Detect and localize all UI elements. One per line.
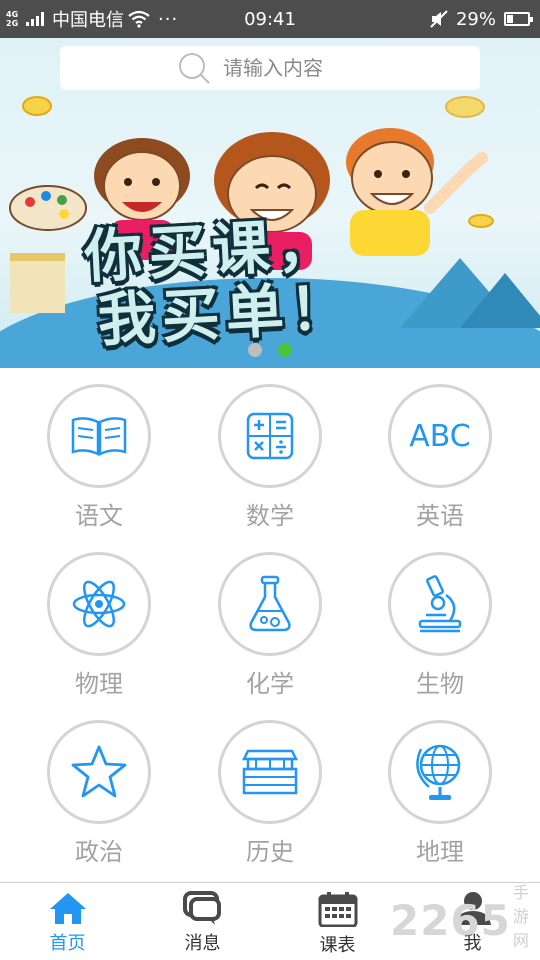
subject-label: 物理 [75, 670, 123, 698]
subject-icon-circle[interactable] [218, 384, 322, 488]
subject-label: 生物 [416, 670, 464, 698]
abc-icon: ABC [409, 418, 471, 454]
subject-icon-circle[interactable] [218, 552, 322, 656]
subject-english[interactable]: ABC 英语 [355, 384, 525, 531]
subject-chemistry[interactable]: 化学 [185, 552, 355, 699]
subject-label: 政治 [75, 838, 123, 866]
site-watermark: 2265 手游网 [390, 883, 540, 950]
star-icon [71, 745, 127, 798]
nav-label: 首页 [49, 933, 86, 954]
subject-icon-circle[interactable] [218, 720, 322, 824]
battery-level [507, 15, 513, 23]
subject-icon-circle[interactable] [47, 384, 151, 488]
subject-geography[interactable]: 地理 [355, 720, 525, 867]
nav-messages[interactable]: 消息 [135, 883, 270, 960]
slogan-line-2: 我买单！ [96, 273, 356, 355]
subject-label: 英语 [416, 502, 464, 530]
nav-schedule[interactable]: 课表 [270, 883, 405, 960]
promo-banner[interactable]: 你买课， 我买单！ [0, 38, 540, 368]
subject-icon-circle[interactable]: ABC [388, 384, 492, 488]
carousel-indicator [0, 343, 540, 357]
status-bar: 4G 2G 中国电信 ··· 09:41 29% [0, 0, 540, 38]
subject-label: 化学 [246, 670, 294, 698]
battery-icon [504, 12, 533, 26]
subject-history[interactable]: 历史 [185, 720, 355, 867]
subject-politics[interactable]: 政治 [14, 720, 184, 867]
carousel-dot-active[interactable] [278, 343, 292, 357]
subject-label: 地理 [416, 838, 464, 866]
temple-icon [241, 749, 299, 795]
nav-label: 消息 [184, 933, 221, 954]
carousel-dot[interactable] [248, 343, 262, 357]
nav-home[interactable]: 首页 [0, 883, 135, 960]
nav-label: 课表 [319, 935, 356, 956]
atom-icon [72, 580, 126, 628]
subject-label: 历史 [246, 838, 294, 866]
home-icon [49, 893, 86, 924]
subject-icon-circle[interactable] [388, 552, 492, 656]
banner-slogan: 你买课， 我买单！ [83, 210, 356, 355]
subject-label: 数学 [246, 502, 294, 530]
calendar-icon [318, 892, 357, 927]
subject-icon-circle[interactable] [47, 552, 151, 656]
mute-icon [430, 10, 448, 28]
search-icon [179, 53, 210, 84]
subject-icon-circle[interactable] [388, 720, 492, 824]
search-bar[interactable] [60, 46, 480, 90]
search-input[interactable] [223, 56, 363, 80]
subject-physics[interactable]: 物理 [14, 552, 184, 699]
watermark-number: 2265 [390, 895, 511, 945]
book-icon [71, 417, 127, 456]
microscope-icon [418, 575, 462, 633]
subject-math[interactable]: 数学 [185, 384, 355, 531]
status-right: 29% [430, 0, 533, 38]
subject-label: 语文 [75, 502, 123, 530]
battery-percent: 29% [455, 8, 496, 30]
subject-biology[interactable]: 生物 [355, 552, 525, 699]
flask-icon [249, 575, 291, 632]
watermark-text: 手游网 [512, 883, 529, 950]
message-icon [182, 891, 221, 925]
subject-grid: 语文 数学 ABC 英语 物理 化学 生物 政治 历史 地理 [0, 368, 540, 882]
globe-icon [416, 744, 461, 800]
subject-chinese[interactable]: 语文 [14, 384, 184, 531]
calculator-icon [246, 412, 294, 460]
subject-icon-circle[interactable] [47, 720, 151, 824]
